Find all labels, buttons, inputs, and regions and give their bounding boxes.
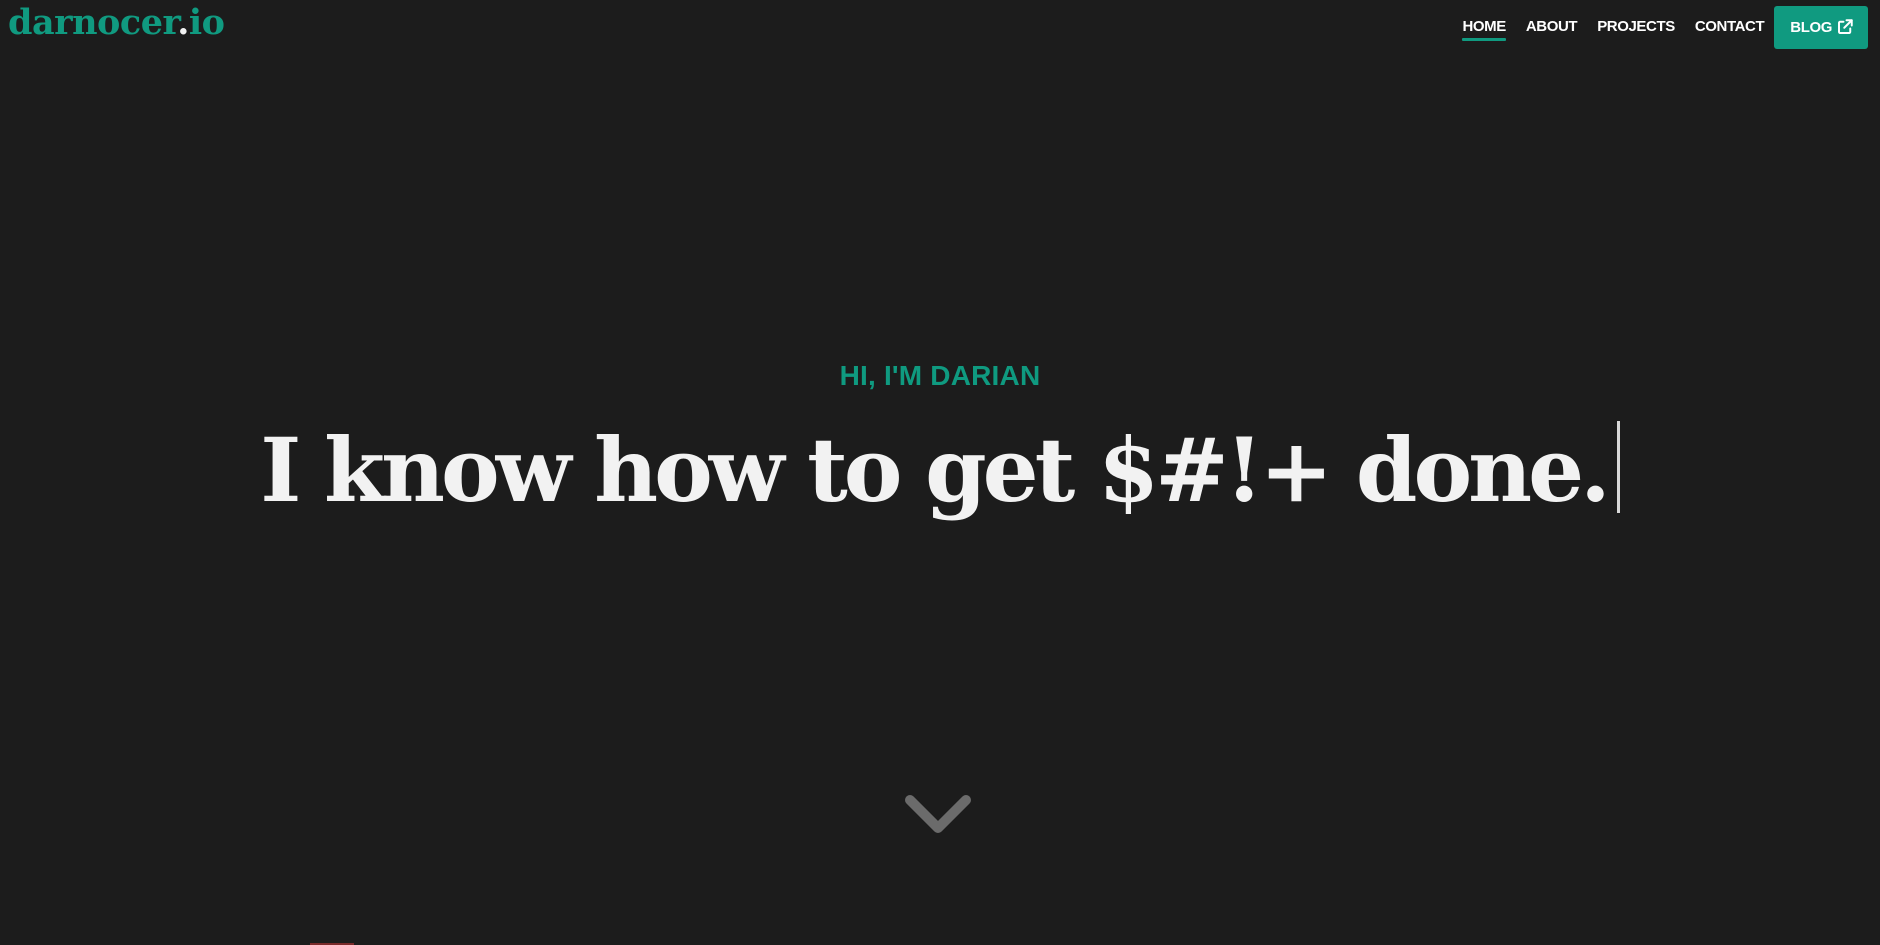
nav-contact-link[interactable]: CONTACT — [1695, 14, 1765, 41]
hero-greeting: HI, I'M DARIAN — [839, 360, 1041, 391]
logo-main-text: darnocer — [8, 2, 178, 43]
blog-button[interactable]: BLOG — [1774, 5, 1868, 49]
external-link-icon — [1838, 19, 1853, 34]
nav-home-link[interactable]: HOME — [1462, 14, 1507, 41]
logo-tld-text: io — [188, 2, 225, 43]
hero-headline-wrapper: I know how to get $#!+ done. — [0, 410, 1880, 530]
typing-cursor — [1616, 421, 1620, 513]
logo-dot: . — [177, 2, 189, 43]
site-logo[interactable]: darnocer.io — [8, 2, 225, 43]
hero-headline: I know how to get $#!+ done. — [260, 418, 1610, 522]
blog-button-label: BLOG — [1790, 18, 1832, 36]
site-header: darnocer.io HOME ABOUT PROJECTS CONTACT … — [0, 0, 1880, 60]
nav-projects-link[interactable]: PROJECTS — [1597, 14, 1675, 41]
main-nav: HOME ABOUT PROJECTS CONTACT BLOG — [1442, 5, 1868, 49]
chevron-down-icon[interactable] — [902, 790, 974, 840]
nav-about-link[interactable]: ABOUT — [1526, 14, 1578, 41]
